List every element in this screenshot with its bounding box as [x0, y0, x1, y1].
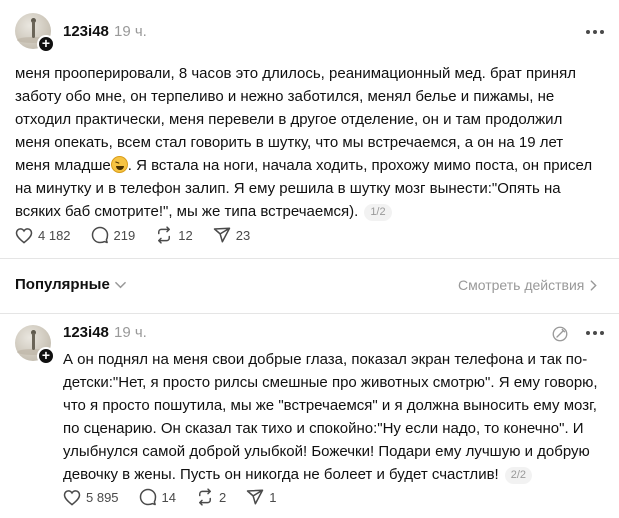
share-count: 1	[269, 489, 277, 505]
repost-icon	[199, 488, 212, 506]
timestamp[interactable]: 19 ч.	[114, 324, 147, 341]
divider	[0, 258, 619, 259]
like-count: 5 895	[86, 489, 119, 505]
more-horizontal-icon[interactable]	[586, 30, 606, 36]
heart-icon	[15, 227, 33, 244]
view-activity-label: Смотреть действия	[458, 277, 585, 293]
share-button[interactable]: 23	[213, 226, 250, 244]
comment-count: 14	[161, 489, 177, 505]
sort-label: Популярные	[15, 276, 110, 293]
comment-button[interactable]: 219	[91, 226, 136, 244]
post-text: меня прооперировали, 8 часов это длилось…	[15, 65, 593, 221]
more-horizontal-icon[interactable]	[586, 331, 606, 337]
repost-button[interactable]: 2	[196, 488, 226, 506]
divider	[0, 313, 619, 314]
username[interactable]: 123i48	[63, 23, 109, 40]
follow-plus-icon[interactable]: +	[37, 347, 55, 365]
chevron-down-icon	[114, 281, 126, 288]
comment-icon	[91, 226, 108, 244]
chevron-right-icon	[590, 279, 598, 291]
share-count: 23	[235, 227, 251, 243]
username[interactable]: 123i48	[63, 324, 109, 341]
comment-icon	[139, 488, 156, 506]
laughing-emoji-icon	[110, 156, 128, 173]
view-activity-link[interactable]: Смотреть действия	[458, 277, 598, 293]
send-icon	[247, 489, 264, 505]
like-count: 4 182	[38, 227, 71, 243]
page-counter: 2/2	[504, 467, 532, 484]
repost-button[interactable]: 12	[155, 226, 193, 244]
share-button[interactable]: 1	[246, 488, 276, 506]
follow-plus-icon[interactable]: +	[37, 35, 55, 53]
comment-button[interactable]: 14	[139, 488, 176, 506]
edit-off-icon[interactable]	[551, 325, 569, 343]
sort-dropdown[interactable]: Популярные	[15, 276, 126, 293]
page-counter: 1/2	[364, 204, 392, 221]
repost-count: 12	[178, 227, 193, 243]
comment-count: 219	[113, 227, 136, 243]
repost-count: 2	[219, 489, 227, 505]
avatar[interactable]: +	[15, 13, 55, 53]
like-button[interactable]: 4 182	[15, 227, 71, 244]
avatar[interactable]: +	[15, 325, 55, 365]
send-icon	[213, 227, 230, 243]
heart-icon	[63, 489, 81, 506]
post-text: А он поднял на меня свои добрые глаза, п…	[63, 351, 598, 484]
repost-icon	[158, 226, 171, 244]
timestamp[interactable]: 19 ч.	[114, 23, 147, 40]
like-button[interactable]: 5 895	[63, 489, 119, 506]
